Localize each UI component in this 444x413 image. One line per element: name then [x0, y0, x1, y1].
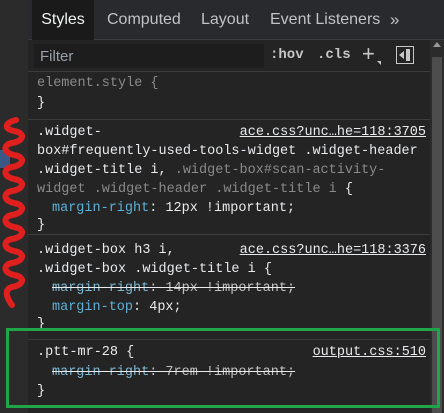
styles-toolbar: :hov .cls + — [28, 40, 430, 72]
rule-close-brace: } — [37, 384, 46, 399]
rule-selector[interactable]: .widget-box h3 i, — [37, 241, 175, 260]
rule-selector[interactable]: box#frequently-used-tools-widget .widget… — [37, 142, 418, 161]
tab-styles[interactable]: Styles — [32, 0, 94, 40]
source-link[interactable]: ace.css?unc…he=118:3705 — [240, 123, 426, 142]
property-value[interactable]: 14px !important — [165, 281, 287, 296]
hov-button[interactable]: :hov — [270, 47, 304, 63]
scrollbar-thumb[interactable] — [432, 57, 442, 413]
cls-button[interactable]: .cls — [317, 47, 351, 63]
rule-close-brace: } — [37, 96, 46, 111]
selector-part: .widget-title i, — [37, 163, 175, 178]
property-name[interactable]: margin-top — [52, 300, 133, 315]
sidebar-toggle-icon[interactable] — [396, 46, 414, 64]
property-value[interactable]: 4px — [149, 300, 173, 315]
rule-selector[interactable]: .widget-title i, .widget-box#scan-activi… — [37, 161, 385, 180]
new-style-rule-button[interactable]: + — [362, 42, 375, 66]
selector-unmatched: widget .widget-header .widget-title i — [37, 182, 337, 197]
property-name[interactable]: margin-right — [52, 201, 149, 216]
tab-event-listeners[interactable]: Event Listeners — [270, 0, 380, 40]
rule-close-brace: } — [37, 317, 46, 332]
sidebar-bar-icon — [406, 49, 410, 61]
rule-ptt-mr-28: .ptt-mr-28 { output.css:510 margin-right… — [28, 340, 430, 413]
selector-brace: { — [336, 182, 353, 197]
declaration[interactable]: margin-right: 12px !important; — [52, 199, 295, 218]
source-link[interactable]: output.css:510 — [313, 343, 426, 362]
scroll-up-arrow-icon[interactable] — [433, 42, 441, 47]
selector-unmatched: .widget-box#scan-activity- — [174, 163, 386, 178]
rule-selector[interactable]: .widget- — [37, 123, 102, 142]
rule-selector[interactable]: .widget-box .widget-title i { — [37, 260, 272, 279]
filter-input[interactable] — [34, 44, 264, 68]
gutter-selection-marker — [0, 150, 10, 168]
tab-computed[interactable]: Computed — [107, 0, 181, 40]
property-name[interactable]: margin-right — [52, 281, 149, 296]
tab-layout[interactable]: Layout — [201, 0, 249, 40]
arrow-left-icon — [399, 51, 404, 59]
property-name[interactable]: margin-right — [52, 365, 149, 380]
rule-widget-title: .widget- ace.css?unc…he=118:3705 box#fre… — [28, 120, 430, 235]
declaration-overridden[interactable]: margin-right: 14px !important; — [52, 279, 295, 298]
source-link[interactable]: ace.css?unc…he=118:3376 — [240, 241, 426, 260]
rule-widget-box-h3: .widget-box h3 i, ace.css?unc…he=118:337… — [28, 235, 430, 340]
rule-selector[interactable]: .ptt-mr-28 { — [37, 343, 134, 362]
more-tabs-button[interactable]: » — [390, 0, 399, 40]
rule-selector: element.style { — [37, 76, 159, 91]
declaration[interactable]: margin-top: 4px; — [52, 298, 182, 317]
vertical-scrollbar[interactable] — [430, 40, 444, 413]
declaration-overridden[interactable]: margin-right: 7rem !important; — [52, 363, 295, 382]
rule-selector[interactable]: widget .widget-header .widget-title i { — [37, 180, 353, 199]
rule-close-brace: } — [37, 218, 46, 233]
rule-element-style: element.style { } — [28, 72, 430, 120]
property-value[interactable]: 7rem !important — [165, 365, 287, 380]
left-gutter — [0, 0, 28, 413]
devtools-tabbar: Styles Computed Layout Event Listeners » — [28, 0, 444, 40]
property-value[interactable]: 12px !important — [165, 201, 287, 216]
new-rule-corner-icon — [377, 61, 381, 65]
